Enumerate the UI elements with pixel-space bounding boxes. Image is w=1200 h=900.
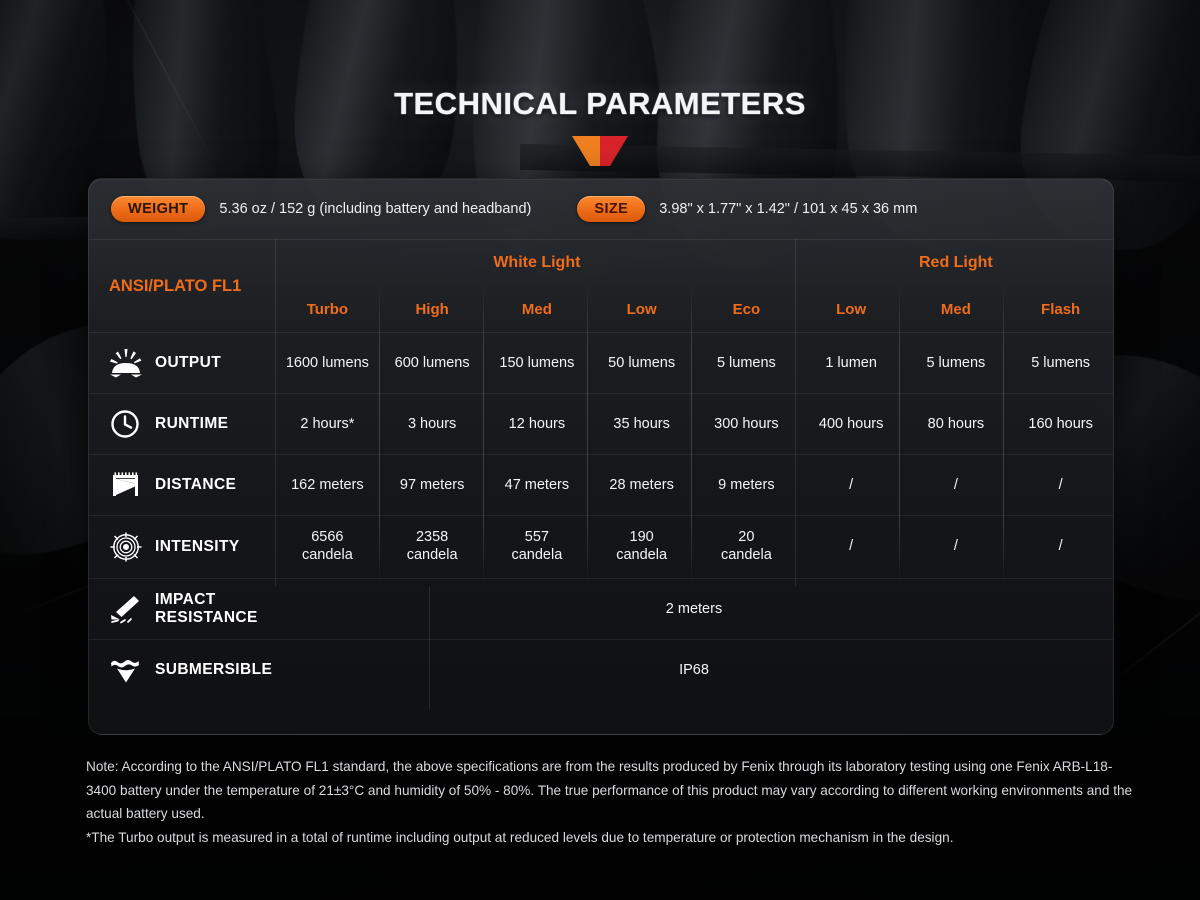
mode-header-red-med: Med xyxy=(940,300,971,318)
headline-spec-row: WEIGHT 5.36 oz / 152 g (including batter… xyxy=(89,179,1113,240)
column-divider xyxy=(483,285,484,586)
row-label-text: SUBMERSIBLE xyxy=(155,661,273,678)
column-divider xyxy=(795,239,796,586)
weight-badge: WEIGHT xyxy=(111,196,206,222)
size-badge: SIZE xyxy=(577,196,646,222)
cell-intensity-high: 2358 candela xyxy=(406,529,458,563)
page-header: TECHNICAL PARAMETERS xyxy=(0,86,1200,171)
table-row: RUNTIME 2 hours* 3 hours 12 hours 35 hou… xyxy=(89,394,1113,454)
mode-header-eco: Eco xyxy=(732,300,761,318)
table-row: DISTANCE 162 meters 97 meters 47 meters … xyxy=(89,455,1113,515)
cell-output-med: 150 lumens xyxy=(499,355,575,371)
row-label-text: OUTPUT xyxy=(155,354,222,371)
spec-panel: WEIGHT 5.36 oz / 152 g (including batter… xyxy=(88,178,1114,735)
cell-intensity-red-flash: / xyxy=(1058,538,1063,555)
cell-impact-resistance-value: 2 meters xyxy=(665,601,723,617)
mode-header-high: High xyxy=(415,300,449,318)
row-label-distance: DISTANCE xyxy=(89,455,275,515)
footnote-line-1: Note: According to the ANSI/PLATO FL1 st… xyxy=(86,759,1133,821)
cell-output-red-flash: 5 lumens xyxy=(1031,355,1091,371)
cell-distance-red-med: / xyxy=(953,477,958,493)
cell-distance-high: 97 meters xyxy=(399,477,465,493)
row-label-impact-resistance: IMPACT RESISTANCE xyxy=(89,579,275,639)
cell-runtime-low: 35 hours xyxy=(613,416,670,432)
target-intensity-icon xyxy=(110,532,142,562)
cell-intensity-red-low: / xyxy=(849,538,854,555)
clock-icon xyxy=(111,410,139,438)
impact-drop-icon xyxy=(111,596,139,624)
cell-output-red-low: 1 lumen xyxy=(825,355,877,371)
column-divider xyxy=(587,285,588,586)
row-label-runtime: RUNTIME xyxy=(89,394,275,454)
table-row: SUBMERSIBLE IP68 xyxy=(89,640,1113,700)
cell-submersible-value: IP68 xyxy=(679,662,709,678)
water-drop-icon xyxy=(111,660,139,683)
cell-runtime-red-low: 400 hours xyxy=(818,416,884,432)
row-label-text: IMPACT RESISTANCE xyxy=(155,591,258,626)
cell-runtime-red-flash: 160 hours xyxy=(1028,416,1093,432)
cell-output-turbo: 1600 lumens xyxy=(285,355,369,371)
table-row: IMPACT RESISTANCE 2 meters xyxy=(89,579,1113,639)
cell-output-high: 600 lumens xyxy=(394,355,470,371)
cell-intensity-low: 190 candela xyxy=(616,529,668,563)
row-label-text: RUNTIME xyxy=(155,415,229,432)
cell-intensity-turbo: 6566 candela xyxy=(301,529,353,563)
column-divider xyxy=(429,587,430,709)
cell-output-red-med: 5 lumens xyxy=(926,355,986,371)
mode-header-low: Low xyxy=(626,300,657,318)
row-label-intensity: INTENSITY xyxy=(89,516,275,578)
group-header-white-light: White Light xyxy=(493,254,581,271)
specifications-table: ANSI/PLATO FL1 White Light Red Light Tur… xyxy=(89,240,1113,700)
ansi-plato-label: ANSI/PLATO FL1 xyxy=(109,276,242,295)
cell-distance-red-flash: / xyxy=(1058,477,1063,493)
cell-output-low: 50 lumens xyxy=(608,355,676,371)
cell-runtime-turbo: 2 hours* xyxy=(300,416,355,432)
mode-header-med: Med xyxy=(521,300,552,318)
cell-output-eco: 5 lumens xyxy=(716,355,776,371)
mode-header-turbo: Turbo xyxy=(306,300,349,318)
cell-intensity-eco: 20 candela xyxy=(720,529,772,563)
table-row: INTENSITY 6566 candela 2358 candela 557 can… xyxy=(89,516,1113,578)
table-row: OUTPUT 1600 lumens 600 lumens 150 lumens… xyxy=(89,333,1113,393)
cell-distance-red-low: / xyxy=(849,477,854,493)
group-header-row: ANSI/PLATO FL1 White Light Red Light xyxy=(89,240,1113,295)
cell-runtime-med: 12 hours xyxy=(508,416,566,432)
column-divider xyxy=(1003,285,1004,586)
size-value: 3.98" x 1.77" x 1.42" / 101 x 45 x 36 mm xyxy=(659,201,918,217)
cell-distance-eco: 9 meters xyxy=(718,477,775,493)
row-label-output: OUTPUT xyxy=(89,333,275,393)
cell-runtime-eco: 300 hours xyxy=(714,416,779,432)
cell-distance-low: 28 meters xyxy=(609,477,674,493)
standard-label-cell: ANSI/PLATO FL1 xyxy=(89,240,275,332)
sunburst-icon xyxy=(110,349,142,378)
column-divider xyxy=(379,285,380,586)
cell-intensity-red-med: / xyxy=(953,538,958,555)
row-label-text: INTENSITY xyxy=(155,538,240,555)
column-divider xyxy=(275,239,276,586)
beam-distance-icon xyxy=(113,472,138,496)
page-title: TECHNICAL PARAMETERS xyxy=(394,86,806,121)
weight-value: 5.36 oz / 152 g (including battery and h… xyxy=(219,201,532,217)
group-header-red-light: Red Light xyxy=(918,254,993,271)
column-divider xyxy=(899,285,900,586)
cell-runtime-high: 3 hours xyxy=(407,416,457,432)
mode-header-red-flash: Flash xyxy=(1041,300,1081,318)
footnote-line-2: *The Turbo output is measured in a total… xyxy=(86,829,954,845)
cell-distance-turbo: 162 meters xyxy=(291,477,364,493)
cell-runtime-red-med: 80 hours xyxy=(927,416,985,432)
row-label-submersible: SUBMERSIBLE xyxy=(89,640,275,700)
cell-intensity-med: 557 candela xyxy=(511,529,563,563)
chevron-down-icon xyxy=(572,136,628,166)
cell-distance-med: 47 meters xyxy=(504,477,570,493)
column-divider xyxy=(691,285,692,586)
mode-header-red-low: Low xyxy=(836,300,867,318)
row-label-text: DISTANCE xyxy=(155,476,237,493)
footnote: Note: According to the ANSI/PLATO FL1 st… xyxy=(86,755,1136,849)
